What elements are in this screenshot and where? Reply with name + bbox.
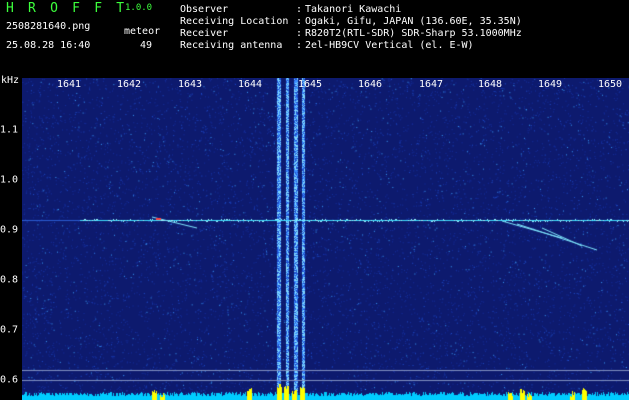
antenna-label: Receiving antenna [180,40,283,51]
y-axis-label: 0.9 [0,224,19,236]
location-colon: : [296,16,303,27]
spectrogram-canvas [22,78,629,400]
receiver-value: R820T2(RTL-SDR) SDR-Sharp 53.1000MHz [305,28,522,39]
freq-label: 1642 [116,79,142,90]
meteor-count: 49 [140,40,153,51]
freq-label: 1641 [56,79,82,90]
khz-unit-label: kHz [1,75,20,86]
freq-label: 1646 [357,79,383,90]
y-axis-label: 0.7 [0,324,19,336]
freq-label: 1649 [537,79,563,90]
freq-label: 1645 [297,79,323,90]
app-version: 1.0.0 [125,3,153,13]
antenna-value: 2el-HB9CV Vertical (el. E-W) [305,40,474,51]
freq-label: 1643 [177,79,203,90]
observer-value: Takanori Kawachi [305,4,402,15]
y-axis-label: 0.6 [0,374,19,386]
y-axis-label: 0.8 [0,274,19,286]
y-axis-label: 1.1 [0,124,19,136]
meteor-label: meteor [124,26,161,37]
timestamp: 25.08.28 16:40 [6,40,91,51]
app-title: H R O F F T [6,1,128,16]
observer-label: Observer [180,4,229,15]
y-axis-label: 1.0 [0,174,19,186]
file-name: 2508281640.png [6,21,91,32]
freq-label: 1644 [237,79,263,90]
location-label: Receiving Location [180,16,289,27]
location-value: Ogaki, Gifu, JAPAN (136.60E, 35.35N) [305,16,522,27]
freq-label: 1648 [477,79,503,90]
receiver-label: Receiver [180,28,229,39]
freq-label: 1650 [597,79,623,90]
frequency-axis: 1641 1642 1643 1644 1645 1646 1647 1648 … [0,78,629,90]
spectrogram [22,78,629,400]
antenna-colon: : [296,40,303,51]
receiver-colon: : [296,28,303,39]
freq-label: 1647 [418,79,444,90]
hrofft-screen: H R O F F T 1.0.0 2508281640.png 25.08.2… [0,0,629,400]
observer-colon: : [296,4,303,15]
